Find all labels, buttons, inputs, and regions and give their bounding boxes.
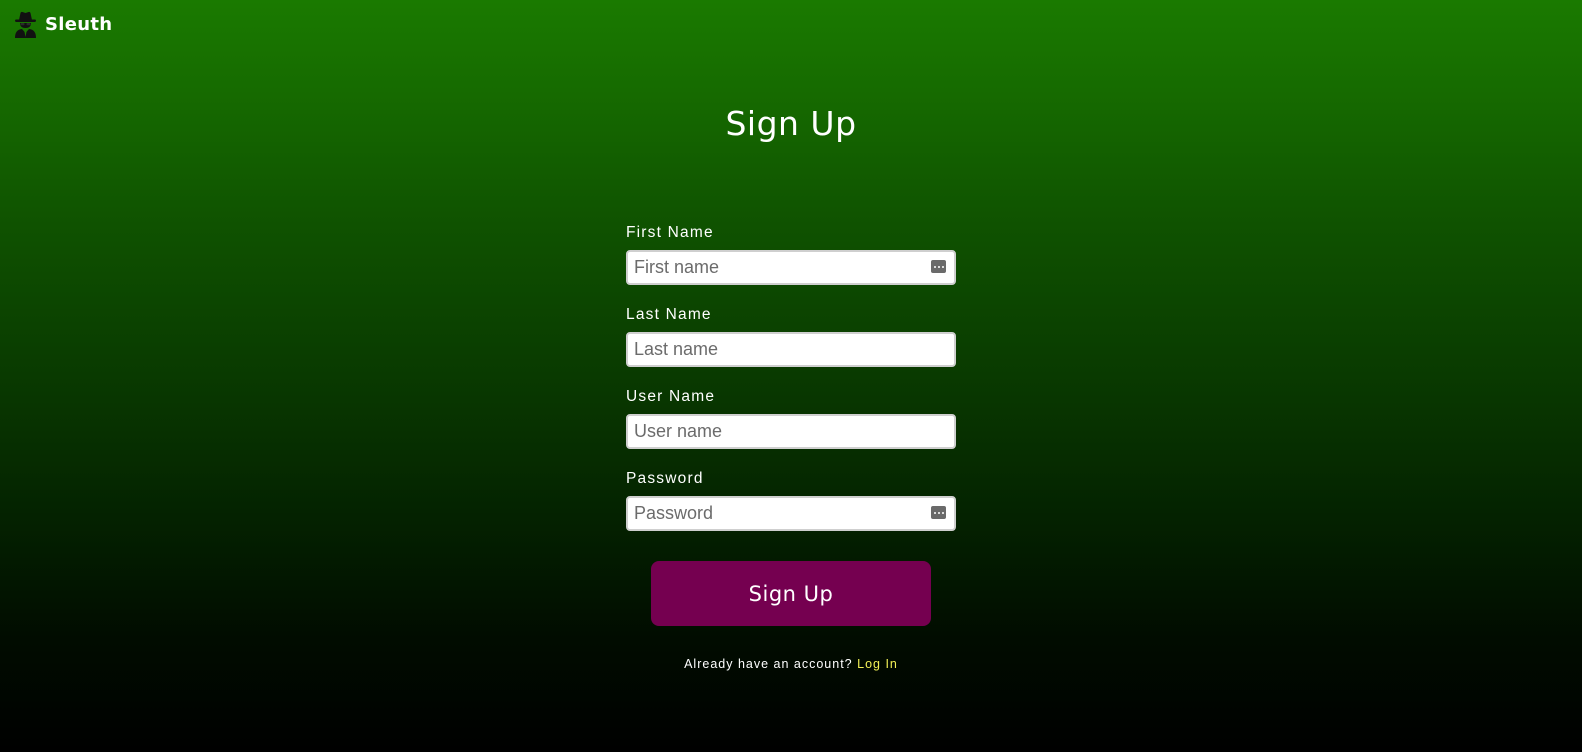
autofill-key-icon[interactable] — [931, 506, 946, 519]
page-title: Sign Up — [725, 104, 857, 143]
brand-name: Sleuth — [45, 13, 113, 35]
first-name-input[interactable] — [626, 250, 956, 285]
first-name-label: First Name — [626, 224, 714, 241]
password-input[interactable] — [626, 496, 956, 531]
password-label: Password — [626, 470, 704, 487]
user-name-label: User Name — [626, 388, 716, 405]
login-link[interactable]: Log In — [857, 657, 898, 671]
user-name-field-wrapper — [626, 414, 956, 449]
last-name-input[interactable] — [626, 332, 956, 367]
login-prompt-text: Already have an account? — [684, 657, 853, 671]
signup-form: First Name Last Name User Name Password — [626, 224, 956, 552]
first-name-field-wrapper — [626, 250, 956, 285]
brand-logo[interactable]: Sleuth — [13, 10, 112, 38]
autofill-key-icon[interactable] — [931, 260, 946, 273]
last-name-label: Last Name — [626, 306, 712, 323]
user-name-input[interactable] — [626, 414, 956, 449]
sign-up-button[interactable]: Sign Up — [651, 561, 931, 626]
last-name-field-wrapper — [626, 332, 956, 367]
password-field-wrapper — [626, 496, 956, 531]
login-prompt: Already have an account? Log In — [0, 657, 1582, 671]
spy-icon — [15, 11, 36, 38]
